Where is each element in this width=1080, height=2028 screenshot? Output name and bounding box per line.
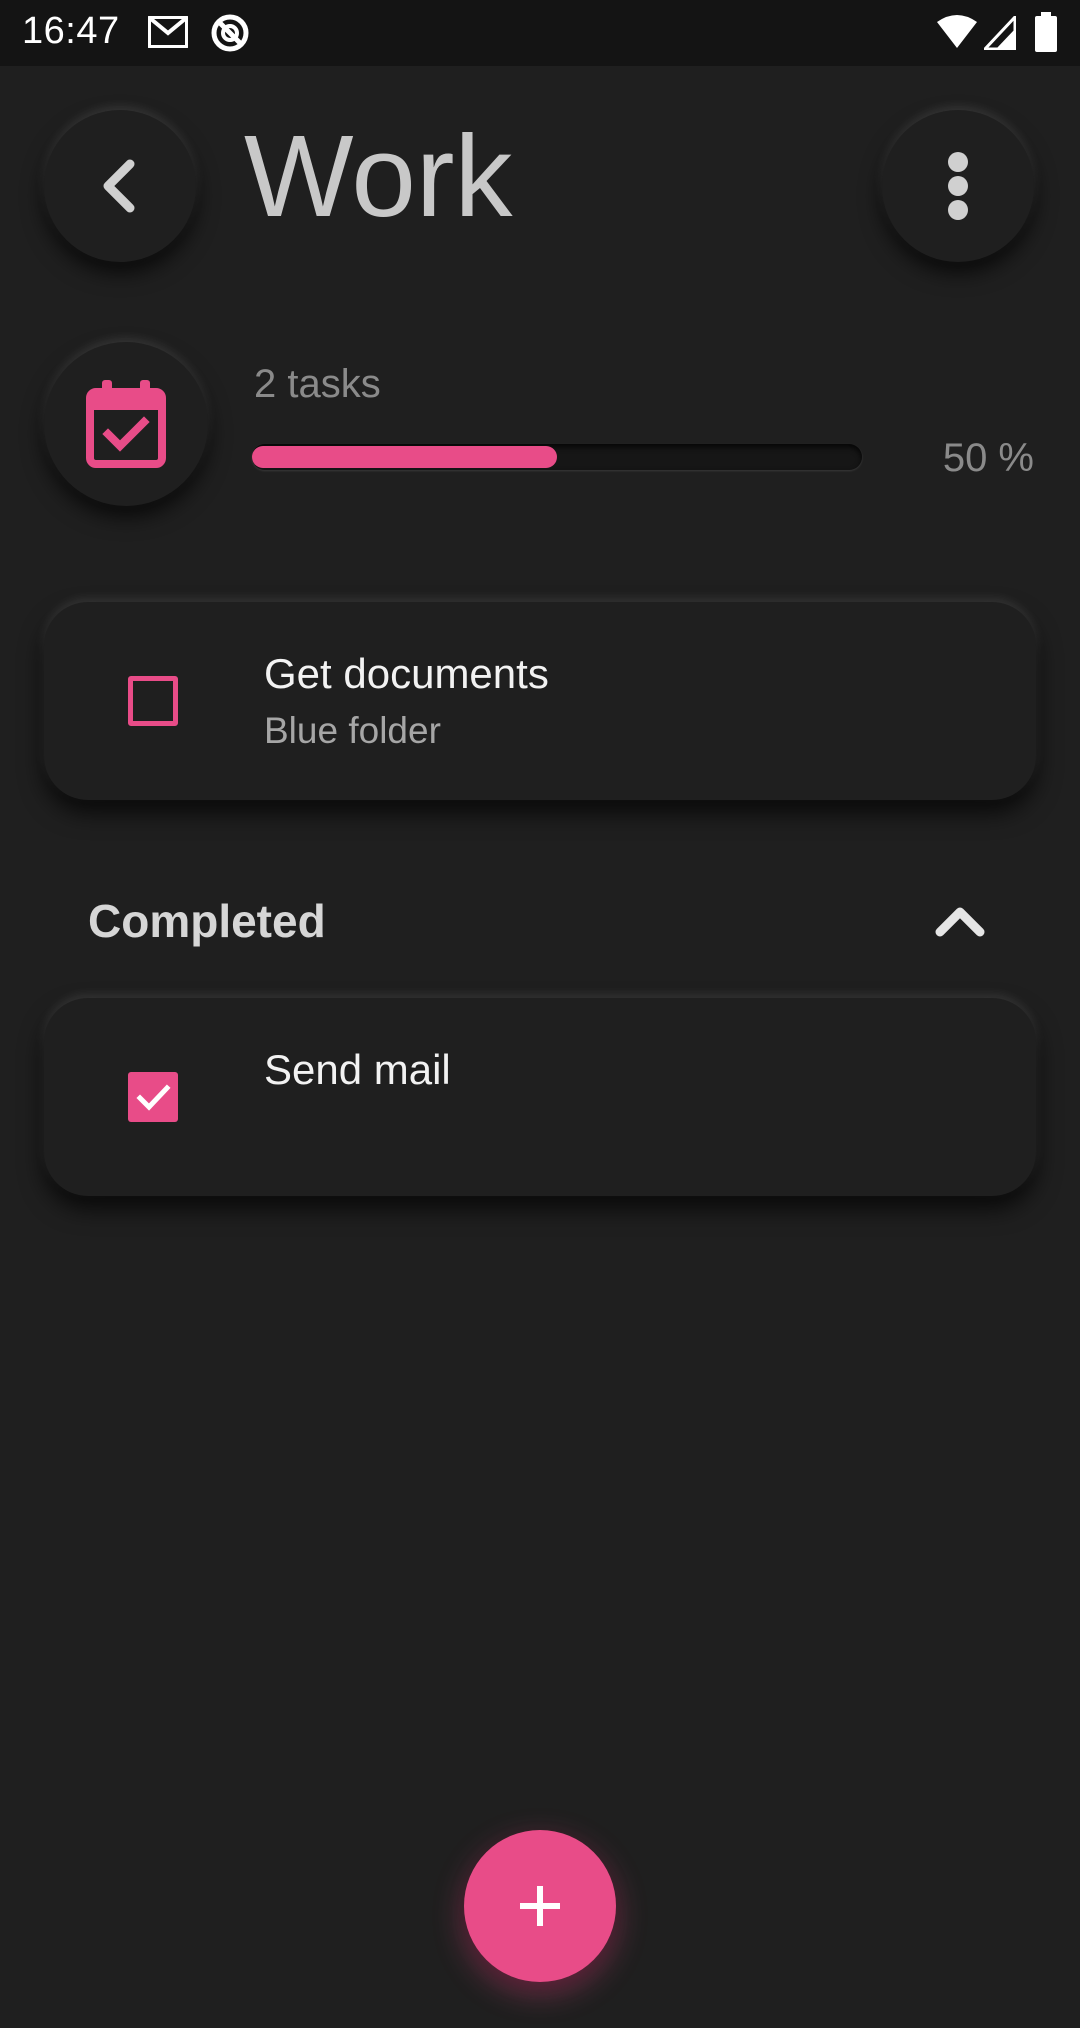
category-icon-button xyxy=(44,342,208,506)
chevron-up-icon[interactable] xyxy=(932,898,988,942)
progress-fill xyxy=(252,446,557,468)
check-icon xyxy=(136,1084,171,1111)
tasks-count: 2 tasks xyxy=(254,362,381,406)
progress-percentage: 50 % xyxy=(942,436,1034,480)
progress-bar xyxy=(252,444,862,470)
task-title: Send mail xyxy=(264,1046,451,1093)
task-checkbox[interactable] xyxy=(128,676,178,726)
signal-icon xyxy=(981,13,1017,55)
completed-section-header: Completed xyxy=(88,895,326,947)
task-subtitle: Blue folder xyxy=(264,710,441,751)
completed-task-card[interactable]: Send mail xyxy=(44,998,1036,1196)
sync-icon xyxy=(210,13,250,58)
battery-icon xyxy=(1034,12,1058,57)
calendar-check-icon xyxy=(86,380,166,468)
status-bar: 16:47 xyxy=(0,0,1080,66)
back-button[interactable] xyxy=(44,110,196,262)
status-time: 16:47 xyxy=(22,10,120,52)
page-title: Work xyxy=(244,111,513,241)
more-vertical-icon xyxy=(948,152,968,220)
task-checkbox-checked[interactable] xyxy=(128,1072,178,1122)
chevron-left-icon xyxy=(103,159,135,213)
task-title: Get documents xyxy=(264,650,549,697)
more-options-button[interactable] xyxy=(882,110,1034,262)
wifi-icon xyxy=(936,14,978,55)
task-card[interactable]: Get documents Blue folder xyxy=(44,602,1036,800)
plus-icon xyxy=(520,1886,560,1926)
gmail-icon xyxy=(147,15,189,53)
add-task-button[interactable] xyxy=(464,1830,616,1982)
